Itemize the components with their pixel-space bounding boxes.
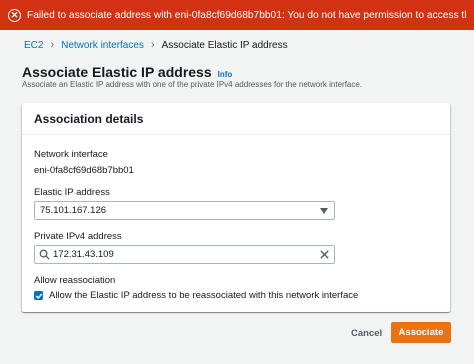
clear-icon[interactable] (319, 249, 330, 260)
cancel-button[interactable]: Cancel (351, 325, 382, 341)
breadcrumb-network-interfaces[interactable]: Network interfaces (61, 40, 144, 51)
error-banner: ✕ Failed to associate address with eni-0… (0, 0, 474, 30)
page-title: Associate Elastic IP address Info (22, 64, 232, 80)
network-interface-value: eni-0fa8cf69d68b7bb01 (34, 165, 134, 176)
elastic-ip-value: 75.101.167.126 (40, 205, 107, 216)
chevron-right-icon: › (50, 39, 55, 51)
elastic-ip-select[interactable]: 75.101.167.126 (34, 201, 335, 220)
card-title: Association details (22, 103, 450, 135)
chevron-right-icon: › (150, 39, 155, 51)
associate-button[interactable]: Associate (391, 322, 451, 343)
search-icon (39, 249, 50, 260)
page-description: Associate an Elastic IP address with one… (22, 80, 363, 89)
network-interface-label: Network interface (34, 149, 108, 160)
elastic-ip-label: Elastic IP address (34, 187, 110, 198)
reassociation-checkbox-label[interactable]: Allow the Elastic IP address to be reass… (49, 290, 358, 301)
reassociation-checkbox[interactable] (34, 291, 43, 300)
breadcrumb-ec2[interactable]: EC2 (24, 40, 43, 51)
private-ip-input[interactable]: 172.31.43.109 (34, 245, 335, 264)
reassociation-label: Allow reassociation (34, 275, 116, 286)
checkmark-icon (35, 293, 42, 299)
caret-down-icon (320, 208, 328, 214)
breadcrumb: EC2 › Network interfaces › Associate Ela… (24, 38, 288, 52)
error-icon: ✕ (8, 8, 21, 22)
error-message: Failed to associate address with eni-0fa… (27, 9, 466, 21)
private-ip-value: 172.31.43.109 (53, 249, 114, 260)
private-ip-label: Private IPv4 address (34, 231, 122, 242)
page-title-text: Associate Elastic IP address (22, 64, 212, 80)
association-details-card: Association details Network interface en… (22, 103, 450, 312)
breadcrumb-current: Associate Elastic IP address (161, 39, 288, 51)
info-link[interactable]: Info (218, 70, 233, 79)
